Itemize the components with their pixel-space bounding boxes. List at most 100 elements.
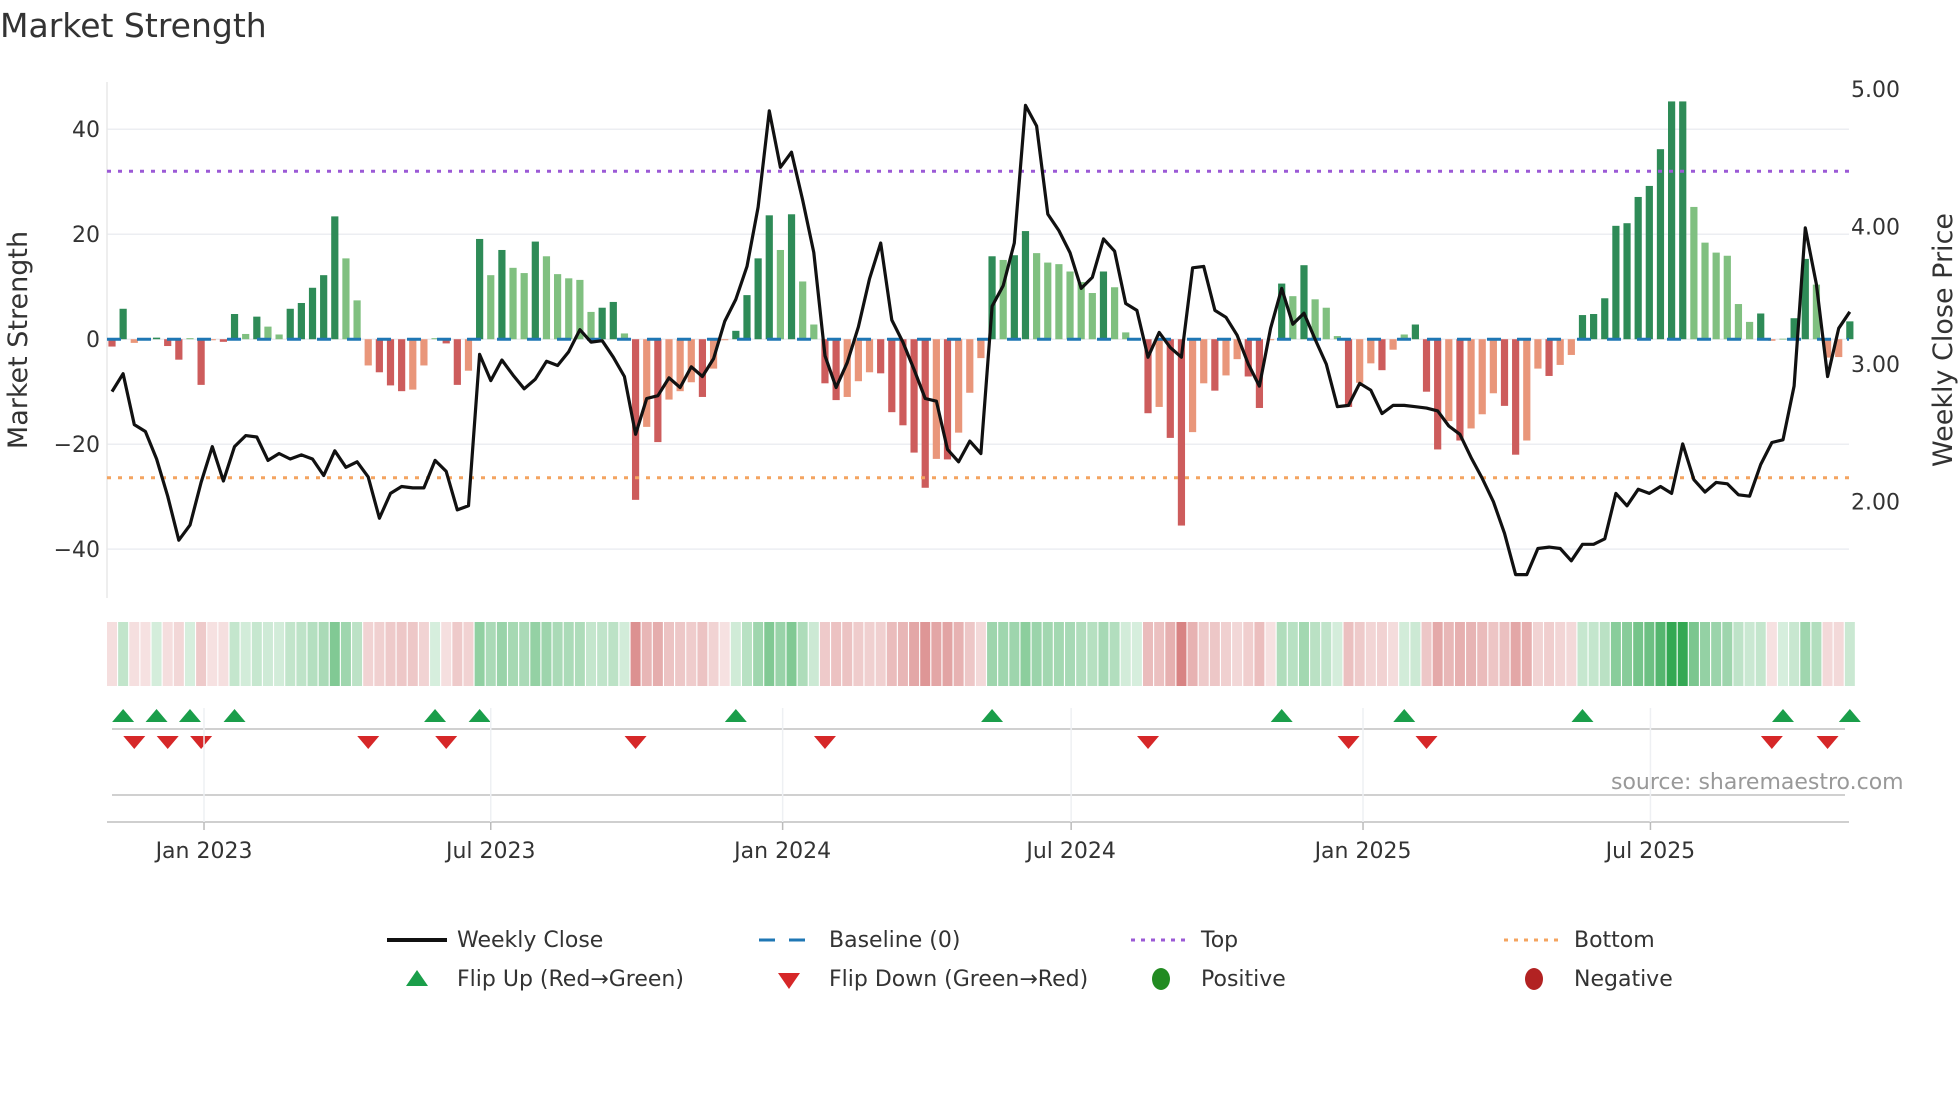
strength-bar [1021,231,1030,340]
strength-bar [1779,338,1787,340]
strength-bar [264,326,272,340]
heat-strip-cell [363,622,374,686]
heat-strip-cell [1365,622,1376,686]
heat-strip-cell [474,622,485,686]
heat-strip-cell [229,622,240,686]
right-axis-label: Weekly Close Price [1928,213,1959,467]
heat-strip-cell [1432,622,1443,686]
legend-label: Positive [1201,966,1286,992]
heat-strip-cell [1042,622,1053,686]
heat-strip-cell [1488,622,1499,686]
heat-strip-cell [652,622,663,686]
flip-up-marker [223,709,246,722]
heat-strip-cell [519,622,530,686]
heat-strip-cell [563,622,574,686]
heat-strip-cell [1321,622,1332,686]
strength-bar [1612,225,1620,340]
heat-strip-cell [1120,622,1131,686]
heat-strip-cell [1187,622,1198,686]
heat-strip-cell [1031,622,1042,686]
strength-bar [787,214,796,340]
strength-bar [1489,339,1497,394]
right-axis-ticks: 5.00 4.00 3.00 2.00 [1851,78,1900,516]
strength-bar [832,339,840,401]
heat-strip-cell [886,622,897,686]
strength-bar [687,339,695,383]
legend-baseline: Baseline (0) [759,925,960,955]
strength-bar [197,339,205,385]
strength-bar [331,216,339,340]
flip-down-marker [1137,736,1160,749]
heat-strip-cell [140,622,151,686]
heat-strip-cell [953,622,964,686]
y2-tick-label: 2.00 [1851,491,1900,516]
strength-bar [1701,242,1709,340]
heat-strip-cell [1588,622,1599,686]
heat-strip-cell [1065,622,1076,686]
heat-strip-cell [1198,622,1209,686]
flip-down-marker [435,736,458,749]
heat-strip-cell [697,622,708,686]
legend: Weekly Close Baseline (0) Top Bottom Fli… [0,920,1960,1000]
heat-strip-cell [318,622,329,686]
heat-strip-cell [1532,622,1543,686]
heat-strip-cell [619,622,630,686]
y-tick-label: 0 [86,328,100,353]
heat-strip-cell [864,622,875,686]
strength-bar [854,339,862,382]
heat-strip-cell [1544,622,1555,686]
strength-bar [1422,339,1431,392]
dotted-line-icon [1504,938,1564,942]
heat-strip-cell [1822,622,1833,686]
heat-strip-cell [1087,622,1098,686]
strength-bar [1389,339,1397,350]
heat-strip-cell [1566,622,1577,686]
heat-strip-cell [1789,622,1800,686]
strength-bar [152,337,161,340]
strength-bar [353,300,361,340]
flip-down-marker [1760,736,1783,749]
heat-strip-cell [240,622,251,686]
x-axis-ticks: Jan 2023 Jul 2023 Jan 2024 Jul 2024 Jan 2025… [154,708,1695,864]
heat-strip-cell [574,622,585,686]
heat-strip-cell [1009,622,1020,686]
flip-up-marker [1270,709,1293,722]
heat-strip-cell [1466,622,1477,686]
strength-bar [1445,339,1453,422]
legend-weekly-close: Weekly Close [387,925,603,955]
heat-strip-cell [719,622,730,686]
heat-strip-cell [708,622,719,686]
flip-up-marker [112,709,135,722]
strength-bar [1033,253,1041,340]
heat-strip-cell [987,622,998,686]
strength-bar [643,339,651,427]
heat-strip-cell [630,622,641,686]
strength-bar [364,339,372,366]
strength-bar [1077,281,1085,340]
heat-strip-cell [452,622,463,686]
heat-strip-cell [251,622,262,686]
solid-line-icon [387,938,447,942]
strength-bar [765,215,773,340]
flip-down-marker [156,736,179,749]
heat-strip-cell [842,622,853,686]
heat-strip-cell [597,622,608,686]
legend-label: Bottom [1574,927,1655,953]
heat-strip-cell [831,622,842,686]
strength-bar [175,339,183,360]
heat-strip-cell [686,622,697,686]
strength-bar [598,307,606,340]
heat-strip-cell [1688,622,1699,686]
x-tick-label: Jan 2025 [1313,839,1412,864]
strength-bar [865,339,874,373]
strength-bar [1378,339,1386,371]
heat-strip-cell [262,622,273,686]
strength-bar [565,278,573,340]
heat-strip-cell [162,622,173,686]
heat-strip-cell [741,622,752,686]
heat-strip-cell [296,622,307,686]
strength-bar [754,258,762,340]
heat-strip-cell [1165,622,1176,686]
heat-strip-cell [1154,622,1165,686]
heat-strip-cell [1443,622,1454,686]
